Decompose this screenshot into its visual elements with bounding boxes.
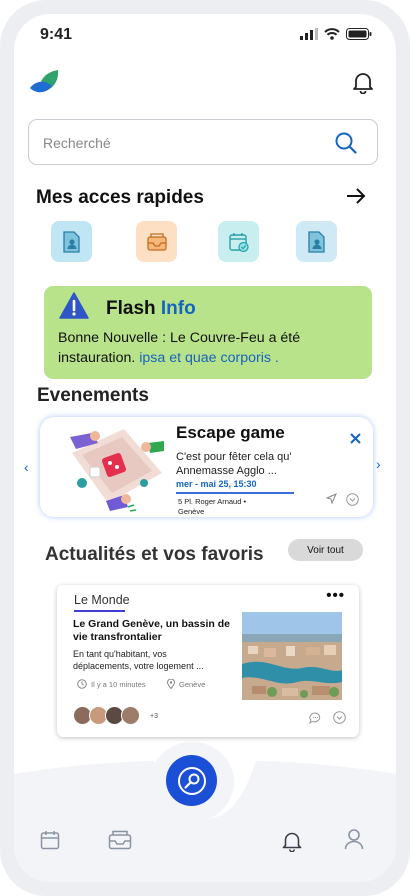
- chevron-down-icon[interactable]: [346, 493, 359, 506]
- event-address-line2: Genève: [178, 507, 205, 516]
- quick-access-tile-profile-docs[interactable]: [296, 221, 337, 262]
- carousel-prev-icon[interactable]: ‹: [24, 459, 29, 475]
- news-source: Le Monde: [74, 593, 130, 607]
- search-input[interactable]: [43, 132, 313, 154]
- app-logo: [28, 68, 62, 101]
- flash-info-banner[interactable]: Flash Info Bonne Nouvelle : Le Couvre-Fe…: [44, 286, 372, 379]
- user-file-icon: [307, 230, 325, 253]
- quick-access-tile-inbox[interactable]: [136, 221, 177, 262]
- search-bar[interactable]: [28, 119, 378, 165]
- news-title: Actualités et vos favoris: [45, 544, 264, 565]
- nav-profile[interactable]: [344, 828, 364, 855]
- nav-inbox[interactable]: [108, 830, 132, 855]
- clock-icon: [77, 679, 87, 689]
- news-time-label: Il y a 10 minutes: [91, 679, 146, 689]
- inbox-icon: [146, 232, 167, 251]
- flash-link[interactable]: ipsa et quae corporis .: [139, 350, 279, 366]
- avatar: [121, 706, 140, 725]
- news-location-label: Genève: [179, 679, 206, 689]
- signal-icon: [300, 28, 318, 40]
- quick-access-tile-calendar[interactable]: [218, 221, 259, 262]
- news-source-underline: [74, 610, 125, 612]
- flash-title: Flash Info: [106, 298, 196, 320]
- event-address-line1: 5 Pl. Roger Arnaud •: [178, 497, 247, 506]
- event-date: mer - mai 25, 15:30: [176, 479, 257, 489]
- battery-icon: [346, 28, 372, 40]
- calendar-check-icon: [228, 232, 249, 252]
- news-image-geneva: [242, 612, 342, 700]
- chevron-down-icon[interactable]: [333, 711, 346, 724]
- news-time: Il y a 10 minutes: [77, 679, 146, 689]
- nav-notifications[interactable]: [282, 830, 302, 857]
- status-icons: [300, 28, 372, 40]
- news-excerpt: En tant qu'habitant, vos déplacements, v…: [73, 649, 204, 671]
- send-icon[interactable]: [326, 493, 337, 504]
- flash-body: Bonne Nouvelle : Le Couvre-Feu a été ins…: [58, 328, 363, 368]
- main-action-button[interactable]: [166, 755, 217, 806]
- news-card[interactable]: Le Monde ••• Le Grand Genève, un bassin …: [57, 585, 359, 737]
- notifications-bell-icon[interactable]: [352, 70, 374, 99]
- flash-title-word1: Flash: [106, 298, 156, 319]
- carousel-next-icon[interactable]: ›: [376, 456, 381, 472]
- wifi-icon: [324, 28, 340, 40]
- event-card[interactable]: Escape game C'est pour fêter cela qu' An…: [40, 417, 373, 517]
- news-headline: Le Grand Genève, un bassin de vie transf…: [73, 618, 230, 643]
- bell-icon: [282, 832, 302, 853]
- nav-calendar[interactable]: [40, 830, 60, 855]
- user-icon: [344, 829, 364, 850]
- search-icon: [177, 766, 206, 795]
- event-name: Escape game: [176, 423, 285, 442]
- event-address: 5 Pl. Roger Arnaud • Genève: [178, 497, 246, 517]
- close-icon[interactable]: [350, 433, 361, 444]
- location-pin-icon: [167, 679, 175, 689]
- search-icon[interactable]: [335, 132, 357, 154]
- quick-access-tile-documents[interactable]: [51, 221, 92, 262]
- screen: 9:41 Mes acces rapides Flash Info: [14, 14, 396, 882]
- events-title: Evenements: [37, 385, 149, 406]
- event-date-underline: [176, 492, 294, 494]
- arrow-right-icon[interactable]: [346, 188, 366, 209]
- avatar-more-count: +3: [150, 713, 158, 720]
- flash-title-word2: Info: [160, 298, 196, 319]
- warning-icon: [59, 292, 89, 319]
- event-illustration: [70, 429, 164, 512]
- user-file-icon: [62, 230, 80, 253]
- quick-access-title: Mes acces rapides: [36, 187, 204, 208]
- inbox-icon: [108, 830, 132, 850]
- status-time: 9:41: [40, 26, 73, 43]
- event-description: C'est pour fêter cela qu' Annemasse Aggl…: [176, 451, 292, 477]
- comment-icon[interactable]: [309, 712, 322, 724]
- more-options-icon[interactable]: •••: [326, 587, 345, 604]
- see-all-button[interactable]: Voir tout: [288, 539, 363, 561]
- calendar-icon: [40, 831, 60, 850]
- news-location: Genève: [167, 679, 205, 689]
